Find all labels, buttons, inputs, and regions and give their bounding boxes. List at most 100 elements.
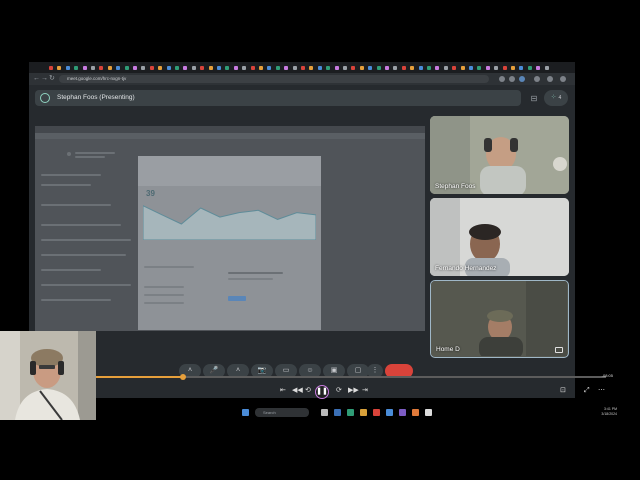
extension-icon[interactable]: [499, 76, 505, 82]
tab-favicon[interactable]: [124, 66, 129, 70]
picture-in-picture-icon[interactable]: [555, 347, 563, 353]
tab-favicon[interactable]: [200, 66, 205, 70]
app-icon[interactable]: [399, 409, 406, 416]
tab-favicon[interactable]: [527, 66, 532, 70]
browser-icon[interactable]: [373, 409, 380, 416]
app-icon[interactable]: [386, 409, 393, 416]
tab-favicon[interactable]: [149, 66, 154, 70]
tab-favicon[interactable]: [275, 66, 280, 70]
tab-favicon[interactable]: [259, 66, 263, 70]
tab-favicon[interactable]: [65, 66, 70, 70]
tab-favicon[interactable]: [376, 66, 381, 70]
task-view-icon[interactable]: [321, 409, 328, 416]
tab-favicon[interactable]: [242, 66, 247, 70]
tab-favicon[interactable]: [343, 66, 347, 70]
tab-favicon[interactable]: [208, 66, 213, 70]
rewind-icon[interactable]: ◀◀: [292, 386, 303, 396]
participant-tile-stephan[interactable]: Stephan Foos: [430, 116, 569, 194]
tab-favicon[interactable]: [267, 66, 272, 70]
taskbar-clock[interactable]: 3:41 PM 3/18/2024: [601, 407, 617, 417]
tab-favicon[interactable]: [359, 66, 364, 70]
tab-favicon[interactable]: [158, 66, 163, 70]
tab-favicon[interactable]: [385, 66, 389, 70]
folder-icon[interactable]: [360, 409, 367, 416]
tab-favicon[interactable]: [469, 66, 473, 70]
taskbar-search[interactable]: Search: [255, 408, 309, 417]
tab-favicon[interactable]: [309, 66, 314, 70]
pause-button[interactable]: ❚❚: [315, 385, 329, 399]
tab-favicon[interactable]: [435, 66, 440, 70]
tab-favicon[interactable]: [82, 66, 87, 70]
tab-favicon[interactable]: [183, 66, 188, 70]
tab-favicon[interactable]: [418, 66, 423, 70]
replay-icon[interactable]: ⟲: [305, 386, 311, 396]
tab-favicon[interactable]: [401, 66, 406, 70]
profile-avatar[interactable]: [519, 76, 525, 82]
tab-favicon[interactable]: [175, 66, 179, 70]
back-icon[interactable]: ←: [33, 74, 40, 84]
tab-favicon[interactable]: [250, 66, 255, 70]
participant-tile-home[interactable]: Home D: [430, 280, 569, 358]
tab-favicon[interactable]: [292, 66, 297, 70]
tab-favicon[interactable]: [133, 66, 137, 70]
tab-favicon[interactable]: [233, 66, 238, 70]
start-icon[interactable]: [242, 409, 249, 416]
tab-favicon[interactable]: [368, 66, 373, 70]
tab-favicon[interactable]: [443, 66, 448, 70]
tab-favicon[interactable]: [116, 66, 121, 70]
tab-favicon[interactable]: [485, 66, 490, 70]
skip-start-icon[interactable]: ⇤: [280, 386, 286, 396]
tab-favicon[interactable]: [427, 66, 431, 70]
subtitles-icon[interactable]: ⊡: [560, 386, 566, 396]
fast-forward-icon[interactable]: ▶▶: [348, 386, 359, 396]
tab-favicon[interactable]: [91, 66, 95, 70]
people-button[interactable]: ⁘ 4: [544, 90, 568, 106]
tab-favicon[interactable]: [544, 66, 549, 70]
reload-icon[interactable]: ↻: [49, 74, 55, 84]
tab-favicon[interactable]: [334, 66, 339, 70]
maximize-icon[interactable]: [547, 76, 553, 82]
tab-favicon[interactable]: [452, 66, 457, 70]
extension-icon[interactable]: [509, 76, 515, 82]
tab-favicon[interactable]: [191, 66, 196, 70]
url-field[interactable]: meet.google.com/hrc-nxgn-tjv: [59, 75, 489, 83]
tab-favicon[interactable]: [519, 66, 524, 70]
close-icon[interactable]: [560, 76, 566, 82]
tab-favicon[interactable]: [502, 66, 507, 70]
participant-tile-fernando[interactable]: Fernando Hernandez: [430, 198, 569, 276]
tab-favicon[interactable]: [107, 66, 112, 70]
tab-favicon[interactable]: [57, 66, 62, 70]
tab-favicon[interactable]: [141, 66, 146, 70]
timeline-scrubber[interactable]: [179, 374, 186, 380]
tab-favicon[interactable]: [393, 66, 398, 70]
tab-favicon[interactable]: [49, 66, 53, 70]
app-icon[interactable]: [412, 409, 419, 416]
tab-favicon[interactable]: [326, 66, 331, 70]
fullscreen-icon[interactable]: ⤢: [584, 386, 590, 396]
tab-favicon[interactable]: [536, 66, 541, 70]
tab-favicon[interactable]: [99, 66, 104, 70]
tab-favicon[interactable]: [74, 66, 79, 70]
tab-favicon[interactable]: [494, 66, 499, 70]
forward-icon[interactable]: →: [41, 74, 48, 84]
minimize-icon[interactable]: [534, 76, 540, 82]
layout-icon[interactable]: ⊟: [529, 94, 539, 104]
skip-end-icon[interactable]: ⇥: [362, 386, 368, 396]
forward-icon[interactable]: ⟳: [336, 386, 342, 396]
more-icon[interactable]: ⋯: [598, 386, 605, 396]
tab-favicon[interactable]: [301, 66, 305, 70]
tab-favicon[interactable]: [217, 66, 221, 70]
tab-favicon[interactable]: [351, 66, 356, 70]
tab-favicon[interactable]: [284, 66, 289, 70]
tab-favicon[interactable]: [225, 66, 230, 70]
app-icon[interactable]: [425, 409, 432, 416]
tab-favicon[interactable]: [460, 66, 465, 70]
tab-strip[interactable]: [29, 62, 575, 73]
tab-favicon[interactable]: [477, 66, 482, 70]
tab-favicon[interactable]: [511, 66, 515, 70]
app-icon[interactable]: [347, 409, 354, 416]
tab-favicon[interactable]: [317, 66, 322, 70]
app-icon[interactable]: [334, 409, 341, 416]
tab-favicon[interactable]: [166, 66, 171, 70]
tab-favicon[interactable]: [410, 66, 415, 70]
